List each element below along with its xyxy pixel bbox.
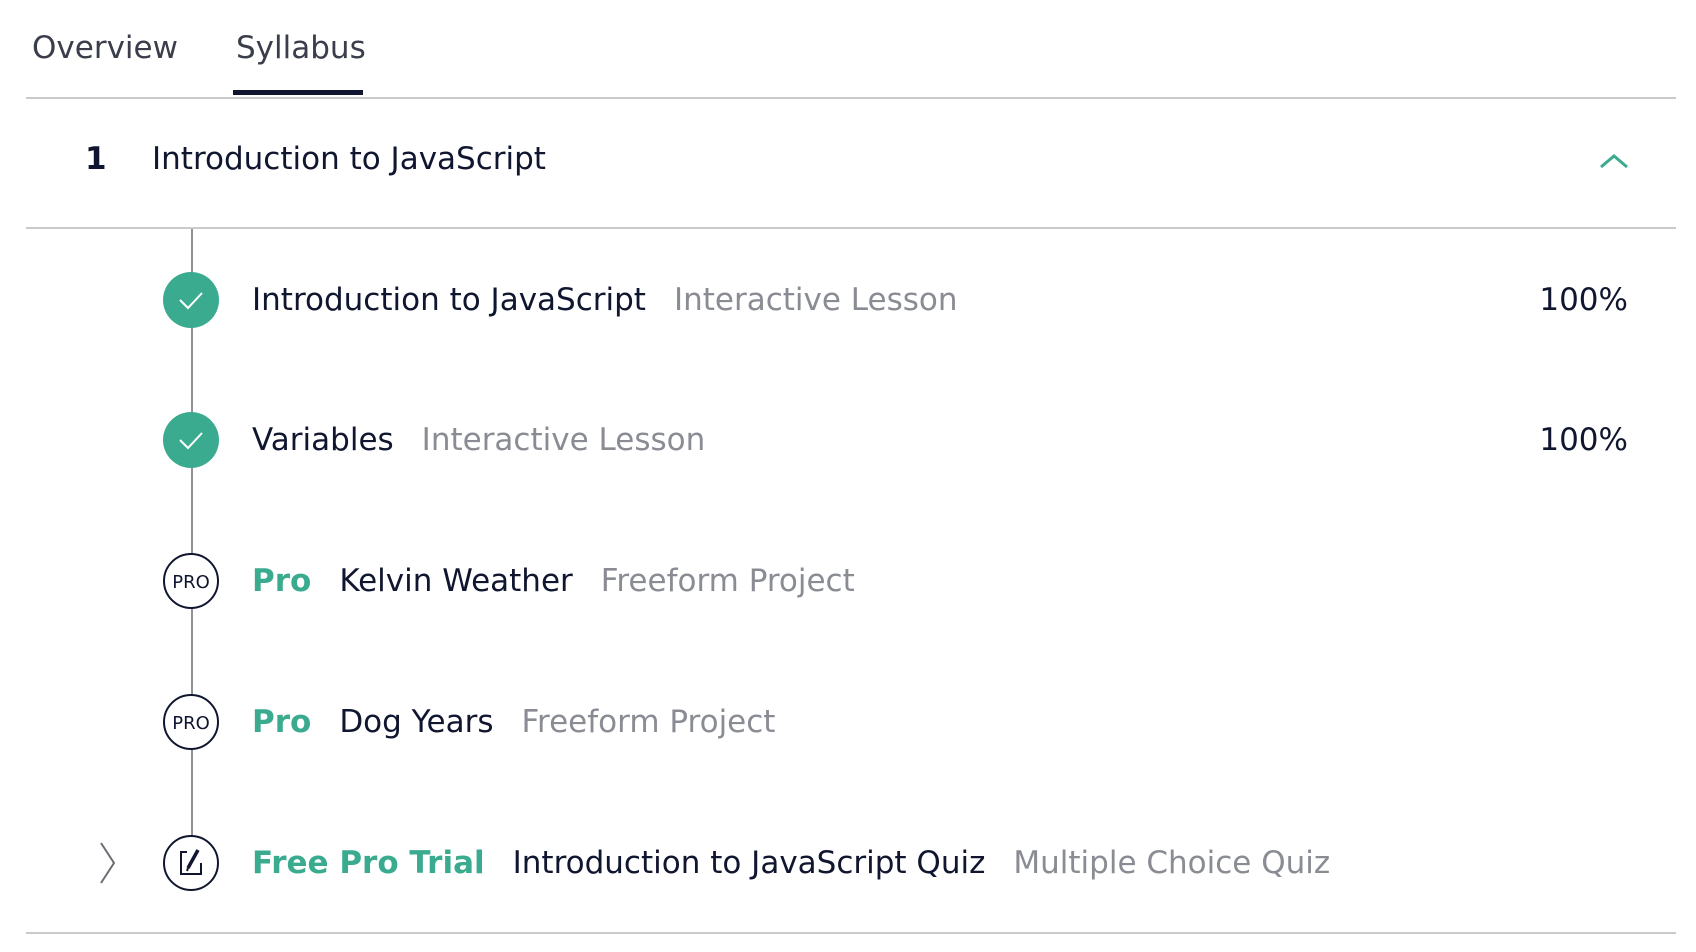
- project-row[interactable]: PRO Pro Kelvin Weather Freeform Project: [0, 551, 1696, 611]
- pro-badge-icon: PRO: [163, 694, 219, 750]
- tab-overview[interactable]: Overview: [32, 30, 178, 66]
- pro-icon-label: PRO: [172, 572, 210, 593]
- lesson-row[interactable]: Variables Interactive Lesson 100%: [0, 410, 1696, 470]
- section-number: 1: [85, 141, 107, 177]
- project-type: Freeform Project: [600, 563, 855, 599]
- tab-syllabus[interactable]: Syllabus: [236, 30, 366, 66]
- quiz-row[interactable]: Free Pro Trial Introduction to JavaScript…: [0, 833, 1696, 893]
- lesson-type: Interactive Lesson: [421, 422, 706, 458]
- lesson-title[interactable]: Variables: [252, 422, 394, 458]
- section-divider: [26, 932, 1676, 934]
- pro-badge-icon: PRO: [163, 553, 219, 609]
- pro-badge: Pro: [252, 704, 312, 740]
- section-title: Introduction to JavaScript: [152, 141, 546, 177]
- project-row[interactable]: PRO Pro Dog Years Freeform Project: [0, 692, 1696, 752]
- check-icon: [179, 432, 203, 450]
- quiz-edit-icon: [180, 849, 202, 875]
- chevron-up-icon[interactable]: [1599, 151, 1629, 171]
- pro-icon-label: PRO: [172, 713, 210, 734]
- pro-badge: Pro: [252, 563, 312, 599]
- project-type: Freeform Project: [521, 704, 776, 740]
- active-tab-indicator: [233, 90, 363, 95]
- free-pro-trial-badge[interactable]: Free Pro Trial: [252, 845, 485, 881]
- project-title[interactable]: Dog Years: [339, 704, 493, 740]
- lesson-row[interactable]: Introduction to JavaScript Interactive Le…: [0, 270, 1696, 330]
- lesson-title[interactable]: Introduction to JavaScript: [252, 282, 646, 318]
- project-title[interactable]: Kelvin Weather: [339, 563, 572, 599]
- lesson-type: Interactive Lesson: [673, 282, 958, 318]
- quiz-marker: [163, 835, 219, 891]
- completed-marker: [163, 272, 219, 328]
- check-icon: [179, 292, 203, 310]
- completed-marker: [163, 412, 219, 468]
- lesson-progress: 100%: [1539, 282, 1628, 318]
- quiz-title[interactable]: Introduction to JavaScript Quiz: [513, 845, 986, 881]
- section-header[interactable]: 1 Introduction to JavaScript: [26, 99, 1676, 229]
- quiz-type: Multiple Choice Quiz: [1013, 845, 1331, 881]
- lesson-progress: 100%: [1539, 422, 1628, 458]
- chevron-right-icon[interactable]: [96, 840, 120, 886]
- syllabus-tabs: Overview Syllabus: [26, 0, 1676, 99]
